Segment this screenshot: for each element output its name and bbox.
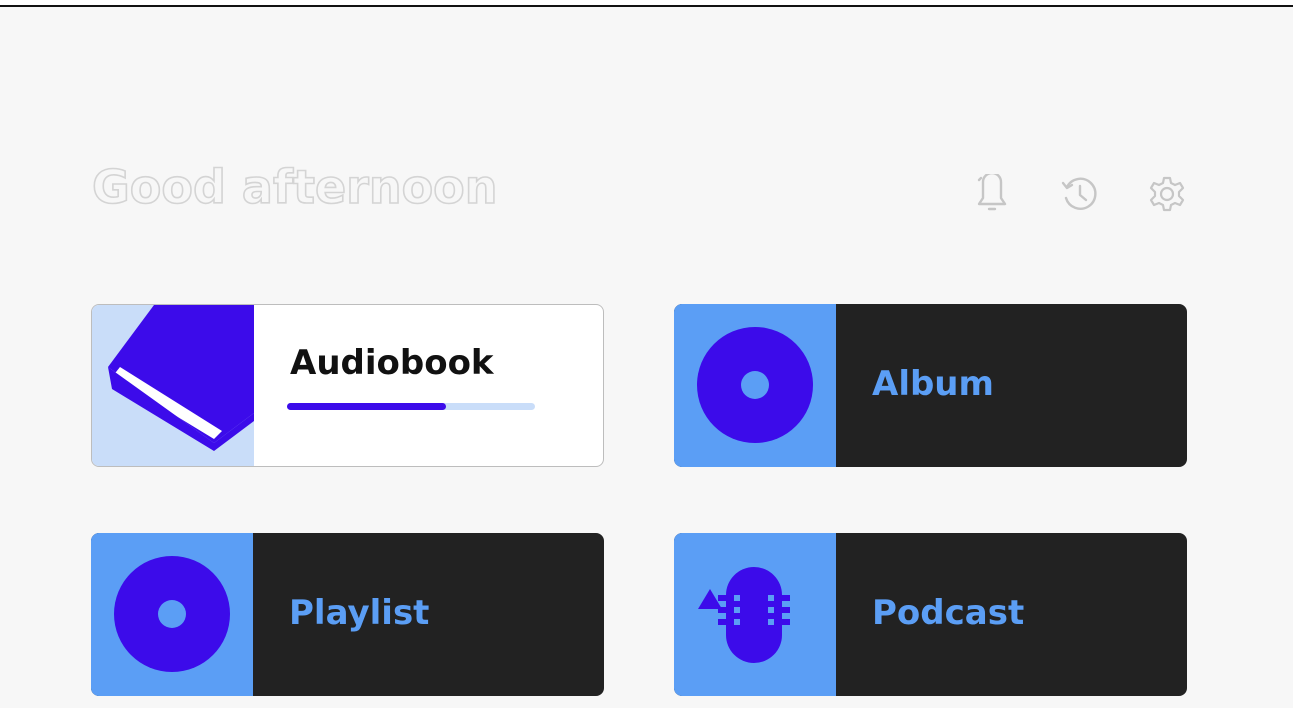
notifications-button[interactable] [972, 174, 1012, 214]
podcast-thumbnail [674, 533, 836, 696]
notifications-icon [977, 174, 1007, 211]
book-icon [108, 305, 254, 451]
microphone-icon [698, 567, 790, 663]
audiobook-progress [287, 403, 535, 410]
history-icon [1061, 177, 1097, 210]
audiobook-card[interactable]: Audiobook [91, 304, 604, 467]
audiobook-label: Audiobook [290, 343, 494, 383]
disc-icon [114, 556, 230, 672]
album-thumbnail [674, 304, 836, 467]
playlist-thumbnail [91, 533, 253, 696]
audiobook-progress-fill [287, 403, 446, 410]
history-button[interactable] [1060, 174, 1100, 214]
playlist-card[interactable]: Playlist [91, 533, 604, 696]
playlist-label: Playlist [289, 593, 430, 633]
album-card[interactable]: Album [674, 304, 1187, 467]
audiobook-thumbnail [92, 305, 254, 466]
disc-icon [697, 327, 813, 443]
podcast-card[interactable]: Podcast [674, 533, 1187, 696]
settings-icon [1149, 176, 1185, 212]
top-bar [0, 0, 1293, 7]
podcast-label: Podcast [872, 593, 1025, 633]
greeting-title: Good afternoon [91, 159, 498, 215]
settings-button[interactable] [1147, 174, 1187, 214]
album-label: Album [872, 364, 994, 404]
